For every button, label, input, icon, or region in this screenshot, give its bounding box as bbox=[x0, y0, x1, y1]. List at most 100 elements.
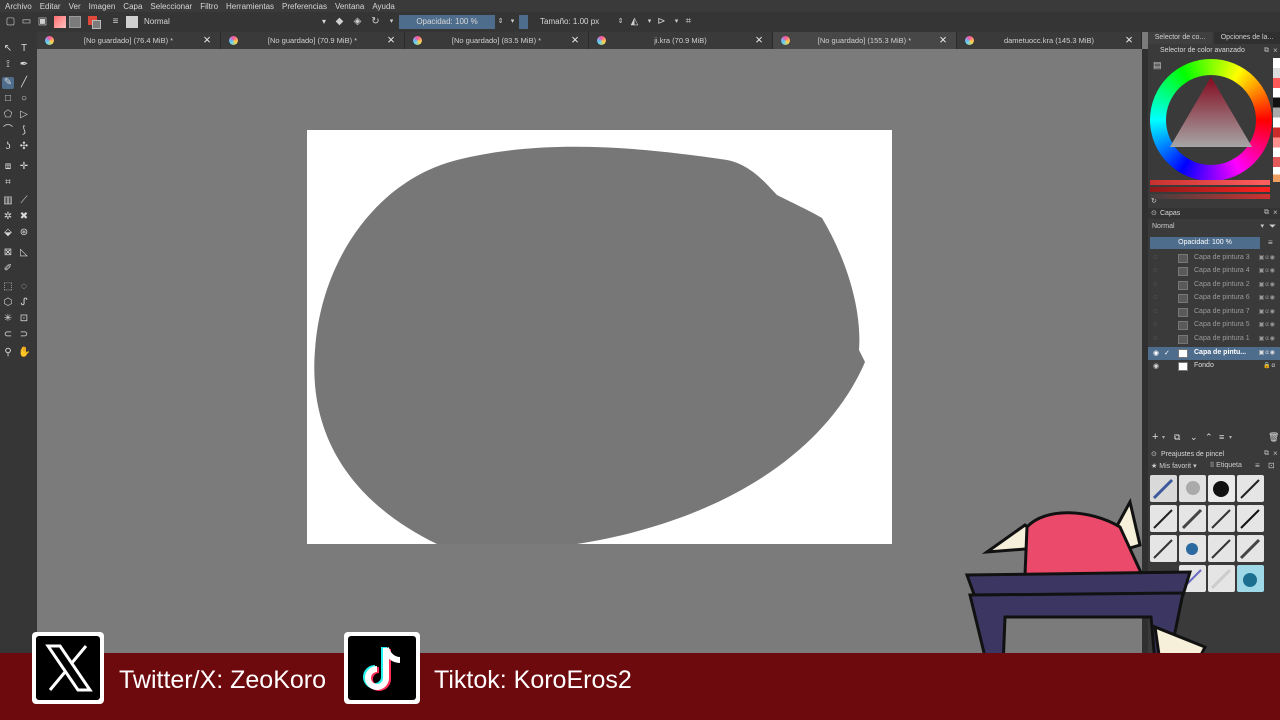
close-icon[interactable]: × bbox=[937, 33, 949, 46]
layer-row-active[interactable]: ◉ ✓ Capa de pintu... ▣α◉ bbox=[1148, 347, 1280, 360]
document-tab[interactable]: ji.kra (70.9 MiB) × bbox=[589, 32, 773, 49]
text-tool-icon[interactable]: T bbox=[18, 43, 30, 55]
freehand-brush-icon[interactable]: ✎ bbox=[2, 77, 14, 89]
close-icon[interactable]: × bbox=[753, 33, 765, 46]
color-triangle[interactable] bbox=[1150, 59, 1272, 181]
layer-row[interactable]: ◌ Capa de pintura 7 ▣α◉ bbox=[1148, 306, 1280, 319]
layer-opacity-slider[interactable]: Opacidad: 100 % bbox=[1150, 237, 1260, 249]
layer-blend-select[interactable]: Normal ▾ bbox=[1150, 222, 1268, 232]
new-document-icon[interactable]: ▢ bbox=[5, 16, 16, 27]
check-icon[interactable]: ✓ bbox=[1164, 349, 1170, 357]
measure-tool-icon[interactable]: ◺ bbox=[18, 247, 30, 259]
close-icon[interactable]: × bbox=[201, 33, 213, 46]
save-icon[interactable]: ▣ bbox=[37, 16, 48, 27]
tab-color-selector[interactable]: Selector de co... bbox=[1148, 32, 1212, 44]
layer-row[interactable]: ◌ Capa de pintura 1 ▣α◉ bbox=[1148, 333, 1280, 346]
layer-row[interactable]: ◉ Fondo 🔒α bbox=[1148, 360, 1280, 373]
brush-preset[interactable] bbox=[1237, 535, 1264, 562]
list-view-icon[interactable]: ≡ bbox=[1255, 461, 1260, 470]
polygon-select-icon[interactable]: ⬡ bbox=[2, 297, 14, 309]
delete-layer-icon[interactable]: 🗑 bbox=[1268, 432, 1279, 443]
layer-state-icons[interactable]: ▣α◉ bbox=[1259, 308, 1276, 315]
eye-hidden-icon[interactable]: ◌ bbox=[1153, 267, 1157, 274]
dynamic-brush-icon[interactable]: ʖ bbox=[2, 141, 14, 153]
multibrush-icon[interactable]: ✣ bbox=[18, 141, 30, 153]
menu-editar[interactable]: Editar bbox=[35, 2, 64, 11]
close-icon[interactable]: × bbox=[385, 33, 397, 46]
close-icon[interactable]: × bbox=[569, 33, 581, 46]
close-icon[interactable]: × bbox=[1273, 208, 1278, 217]
brush-filter-select[interactable]: ★ Mis favorit ▾ bbox=[1151, 462, 1197, 470]
menu-filtro[interactable]: Filtro bbox=[195, 2, 221, 11]
menu-herramientas[interactable]: Herramientas bbox=[221, 2, 277, 11]
move-layer-up-icon[interactable]: ⌃ bbox=[1205, 432, 1213, 443]
pan-tool-icon[interactable]: ✋ bbox=[18, 347, 30, 359]
close-icon[interactable]: × bbox=[1273, 46, 1278, 55]
canvas-document[interactable] bbox=[307, 130, 892, 544]
color-wheel[interactable] bbox=[1150, 59, 1272, 181]
rect-select-icon[interactable]: ⬚ bbox=[2, 281, 14, 293]
blend-mode-select[interactable]: Normal ▾ bbox=[140, 15, 330, 29]
smart-patch-icon[interactable]: ✲ bbox=[2, 211, 14, 223]
layer-state-icons[interactable]: ▣α◉ bbox=[1259, 294, 1276, 301]
brush-preset-icon[interactable] bbox=[126, 16, 138, 28]
color-slider-3[interactable] bbox=[1150, 194, 1270, 199]
layer-row[interactable]: ◌ Capa de pintura 4 ▣α◉ bbox=[1148, 265, 1280, 278]
eye-hidden-icon[interactable]: ◌ bbox=[1153, 335, 1157, 342]
color-slider-2[interactable] bbox=[1150, 187, 1270, 192]
freehand-select-icon[interactable]: ᔑ bbox=[18, 297, 30, 309]
reset-icon[interactable]: ↻ bbox=[1151, 197, 1157, 205]
enclose-fill-icon[interactable]: ⊛ bbox=[18, 227, 30, 239]
bezier-select-icon[interactable]: ⊂ bbox=[2, 329, 14, 341]
document-tab[interactable]: dametuocc.kra (145.3 MiB) × bbox=[957, 32, 1142, 49]
magnetic-select-icon[interactable]: ⊃ bbox=[18, 329, 30, 341]
float-icon[interactable]: ⧉ bbox=[1264, 450, 1269, 458]
mirror-horizontal-icon[interactable]: ◭ bbox=[629, 16, 640, 27]
layer-row[interactable]: ◌ Capa de pintura 5 ▣α◉ bbox=[1148, 319, 1280, 332]
menu-archivo[interactable]: Archivo bbox=[0, 2, 35, 11]
line-tool-icon[interactable]: ╱ bbox=[18, 77, 30, 89]
layer-row[interactable]: ◌ Capa de pintura 2 ▣α◉ bbox=[1148, 279, 1280, 292]
freehand-path-icon[interactable]: ⟆ bbox=[18, 125, 30, 137]
chevron-down-icon[interactable]: ▾ bbox=[1229, 434, 1232, 441]
menu-ver[interactable]: Ver bbox=[64, 2, 84, 11]
opacity-slider[interactable]: Opacidad: 100 % bbox=[399, 15, 495, 29]
reload-icon[interactable]: ↻ bbox=[370, 16, 381, 27]
size-slider[interactable]: Tamaño: 1.00 px bbox=[536, 15, 616, 29]
open-document-icon[interactable]: ▭ bbox=[21, 16, 32, 27]
transform-tool-icon[interactable]: ⧈ bbox=[2, 161, 14, 173]
background-color[interactable] bbox=[92, 20, 101, 29]
bezier-tool-icon[interactable]: ⌒ bbox=[2, 125, 14, 137]
size-spin-icon[interactable]: ⇕ bbox=[615, 16, 626, 27]
chevron-down-icon[interactable]: ▾ bbox=[1162, 434, 1165, 441]
layer-properties-icon[interactable]: ≡ bbox=[1219, 432, 1224, 442]
edit-shape-icon[interactable]: ⟟ bbox=[2, 59, 14, 71]
colorize-mask-icon[interactable]: ✖ bbox=[18, 211, 30, 223]
rectangle-tool-icon[interactable]: □ bbox=[2, 93, 14, 105]
ellipse-tool-icon[interactable]: ○ bbox=[18, 93, 30, 105]
polygon-tool-icon[interactable]: ⬠ bbox=[2, 109, 14, 121]
ellipse-select-icon[interactable]: ◌ bbox=[18, 281, 30, 293]
layer-state-icons[interactable]: ▣α◉ bbox=[1259, 254, 1276, 261]
document-tab[interactable]: [No guardado] (70.9 MiB) * × bbox=[221, 32, 405, 49]
brush-preset[interactable] bbox=[1237, 475, 1264, 502]
eraser-icon[interactable]: ◆ bbox=[334, 16, 345, 27]
close-icon[interactable]: × bbox=[1273, 449, 1278, 458]
similar-select-icon[interactable]: ⊡ bbox=[18, 313, 30, 325]
menu-preferencias[interactable]: Preferencias bbox=[277, 2, 330, 11]
menu-capa[interactable]: Capa bbox=[118, 2, 145, 11]
color-swatch[interactable] bbox=[88, 16, 102, 29]
layer-state-icons[interactable]: ▣α◉ bbox=[1259, 335, 1276, 342]
gradient-tool-icon[interactable]: ▥ bbox=[2, 195, 14, 207]
chevron-down-icon[interactable]: ▾ bbox=[507, 16, 518, 27]
brush-preset-selected[interactable] bbox=[1237, 565, 1264, 592]
eye-hidden-icon[interactable]: ◌ bbox=[1153, 254, 1157, 261]
color-history-strip[interactable] bbox=[1273, 58, 1280, 182]
document-tab-active[interactable]: [No guardado] (155.3 MiB) * × bbox=[773, 32, 957, 49]
contiguous-select-icon[interactable]: ✳ bbox=[2, 313, 14, 325]
menu-seleccionar[interactable]: Seleccionar bbox=[145, 2, 195, 11]
duplicate-layer-icon[interactable]: ⧉ bbox=[1174, 432, 1180, 443]
layer-row[interactable]: ◌ Capa de pintura 6 ▣α◉ bbox=[1148, 292, 1280, 305]
zoom-tool-icon[interactable]: ⚲ bbox=[2, 347, 14, 359]
size-slider-fill[interactable] bbox=[519, 15, 528, 29]
